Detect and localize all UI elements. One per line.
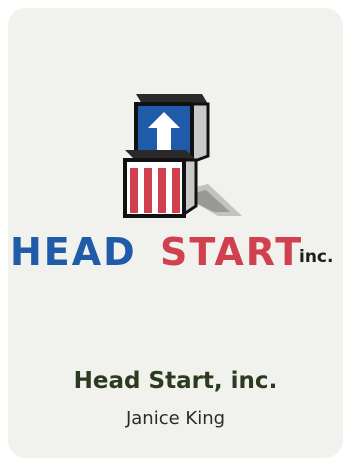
- contact-name: Janice King: [125, 408, 226, 429]
- wordmark-start: START: [160, 230, 304, 274]
- wordmark-inc: inc.: [299, 247, 334, 267]
- company-logo: HEAD START inc.: [8, 8, 343, 298]
- business-card[interactable]: HEAD START inc. Head Start, inc. Janice …: [8, 8, 343, 458]
- logo-wordmark: HEAD START inc.: [8, 226, 343, 276]
- company-name: Head Start, inc.: [73, 368, 278, 394]
- wordmark-head: HEAD: [10, 230, 137, 274]
- stacked-blocks-logo-icon: [123, 94, 242, 218]
